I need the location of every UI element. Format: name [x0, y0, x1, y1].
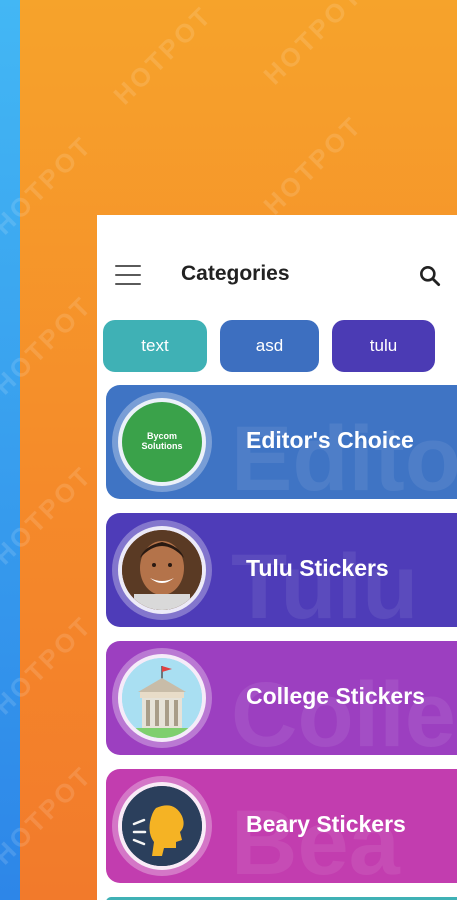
watermark: HOTPOT — [107, 0, 219, 111]
avatar-ring — [112, 520, 212, 620]
category-chips: text asd tulu — [103, 320, 457, 372]
search-icon[interactable] — [417, 263, 443, 289]
avatar-ring: Bycom Solutions — [112, 392, 212, 492]
chip-tulu[interactable]: tulu — [332, 320, 435, 372]
chip-asd[interactable]: asd — [220, 320, 319, 372]
category-label: Editor's Choice — [246, 427, 414, 453]
card-bg-word: Bea — [231, 792, 400, 883]
category-card-college-stickers[interactable]: Colle College Stickers — [106, 641, 457, 755]
phone-screen: Categories text asd tulu Edito Bycom Sol… — [97, 215, 457, 900]
chip-text[interactable]: text — [103, 320, 207, 372]
card-bg-word: Colle — [231, 664, 456, 755]
speaking-head-icon — [122, 786, 202, 866]
category-card-tulu-stickers[interactable]: Tulu Tulu Stickers — [106, 513, 457, 627]
watermark: HOTPOT — [257, 109, 369, 221]
category-card-beary-stickers[interactable]: Bea Beary Stickers — [106, 769, 457, 883]
bycom-logo-avatar: Bycom Solutions — [122, 402, 202, 482]
card-bg-word: Edito — [231, 408, 457, 499]
category-label: Beary Stickers — [246, 811, 406, 837]
college-building-icon — [122, 658, 202, 738]
person-photo-avatar — [122, 530, 202, 610]
side-gradient-strip — [0, 0, 20, 900]
category-card-editors-choice[interactable]: Edito Bycom Solutions Editor's Choice — [106, 385, 457, 499]
page-title: Categories — [181, 262, 290, 285]
avatar-ring — [112, 648, 212, 748]
avatar-ring — [112, 776, 212, 876]
hamburger-menu-icon[interactable] — [115, 265, 141, 285]
app-bar: Categories — [97, 215, 457, 315]
category-label: College Stickers — [246, 683, 425, 709]
card-bg-word: Tulu — [231, 536, 419, 627]
watermark: HOTPOT — [257, 0, 369, 91]
category-label: Tulu Stickers — [246, 555, 389, 581]
